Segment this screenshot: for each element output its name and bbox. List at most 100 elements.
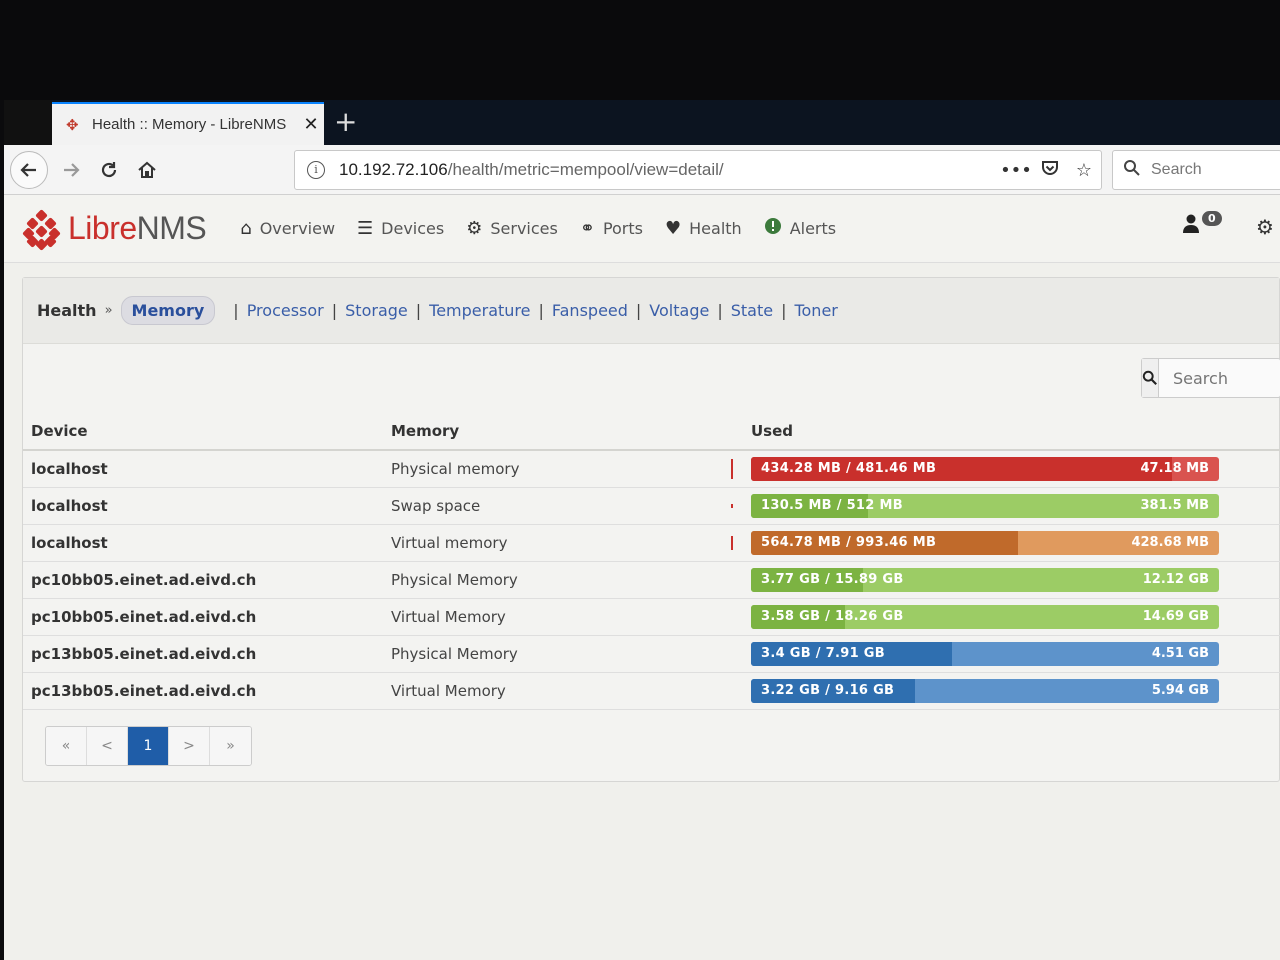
page-current-button[interactable]: 1 [128, 727, 169, 765]
link-voltage[interactable]: Voltage [649, 301, 709, 320]
url-bar[interactable]: i 10.192.72.106/health/metric=mempool/vi… [294, 150, 1102, 190]
page-next-button[interactable]: > [169, 727, 210, 765]
cell-minigraph[interactable] [683, 487, 743, 525]
usage-progress-bar[interactable]: 434.28 MB / 481.46 MB 47.18 MB [751, 456, 1219, 481]
tab-title: Health :: Memory - LibreNMS [92, 116, 287, 133]
cell-device[interactable]: localhost [23, 487, 383, 525]
table-row[interactable]: pc10bb05.einet.ad.eivd.ch Virtual Memory 3… [23, 598, 1280, 636]
arrow-left-icon [20, 162, 36, 177]
browser-search-bar[interactable]: Search [1112, 150, 1280, 190]
cell-used[interactable]: 130.5 MB / 512 MB 381.5 MB [743, 487, 1280, 525]
cell-used[interactable]: 564.78 MB / 993.46 MB 428.68 MB [743, 524, 1280, 562]
reload-button[interactable] [90, 151, 128, 189]
menu-ports[interactable]: ⚭ Ports [580, 218, 643, 239]
menu-health[interactable]: ♥ Health [665, 218, 742, 239]
menu-alerts[interactable]: Alerts [764, 217, 836, 240]
cell-minigraph[interactable] [683, 450, 743, 488]
url-text[interactable]: 10.192.72.106/health/metric=mempool/view… [339, 160, 999, 180]
column-used[interactable]: Used [743, 412, 1280, 451]
cell-minigraph[interactable] [683, 598, 743, 636]
pocket-icon[interactable] [1033, 158, 1067, 183]
table-row[interactable]: pc10bb05.einet.ad.eivd.ch Physical Memory… [23, 561, 1280, 599]
cell-used[interactable]: 3.22 GB / 9.16 GB 5.94 GB [743, 672, 1280, 710]
exclamation-circle-icon [764, 217, 782, 240]
table-row[interactable]: localhost Virtual memory 564.78 MB / 993.4… [23, 524, 1280, 562]
cell-device[interactable]: pc10bb05.einet.ad.eivd.ch [23, 561, 383, 599]
home-button[interactable] [128, 151, 166, 189]
pagination: « < 1 > » [45, 726, 252, 766]
cell-used[interactable]: 3.4 GB / 7.91 GB 4.51 GB [743, 635, 1280, 673]
free-label: 4.51 GB [1151, 646, 1209, 661]
cell-minigraph[interactable] [683, 561, 743, 599]
menu-devices[interactable]: ☰ Devices [357, 218, 444, 239]
cell-used[interactable]: 434.28 MB / 481.46 MB 47.18 MB [743, 450, 1280, 488]
link-processor[interactable]: Processor [247, 301, 324, 320]
cell-device[interactable]: pc13bb05.einet.ad.eivd.ch [23, 635, 383, 673]
cell-device[interactable]: localhost [23, 524, 383, 562]
used-total-label: 130.5 MB / 512 MB [761, 498, 903, 513]
librenms-logo-icon [22, 208, 62, 251]
table-row[interactable]: localhost Physical memory 434.28 MB / 481.… [23, 450, 1280, 488]
usage-progress-bar[interactable]: 3.22 GB / 9.16 GB 5.94 GB [751, 678, 1219, 703]
tab-memory[interactable]: Memory [120, 296, 216, 325]
usage-progress-bar[interactable]: 3.58 GB / 18.26 GB 14.69 GB [751, 604, 1219, 629]
search-icon [1142, 370, 1157, 385]
table-row[interactable]: pc13bb05.einet.ad.eivd.ch Virtual Memory 3… [23, 672, 1280, 710]
back-button[interactable] [10, 150, 48, 189]
table-search [1141, 358, 1280, 398]
cell-memory: Physical Memory [383, 561, 683, 599]
table-row[interactable]: pc13bb05.einet.ad.eivd.ch Physical Memory… [23, 635, 1280, 673]
cell-device[interactable]: pc10bb05.einet.ad.eivd.ch [23, 598, 383, 636]
link-storage[interactable]: Storage [345, 301, 408, 320]
table-row[interactable]: localhost Swap space 130.5 MB / 512 MB 381.… [23, 487, 1280, 525]
cell-memory: Virtual Memory [383, 598, 683, 636]
column-memory[interactable]: Memory [383, 412, 683, 451]
usage-progress-bar[interactable]: 3.77 GB / 15.89 GB 12.12 GB [751, 567, 1219, 592]
new-tab-button[interactable]: + [334, 106, 357, 138]
librenms-page: LibreNMS ⌂ Overview ☰ Devices ⚙ Services… [4, 195, 1280, 960]
table-search-input[interactable] [1159, 359, 1280, 397]
column-device[interactable]: Device [23, 412, 383, 451]
cell-used[interactable]: 3.77 GB / 15.89 GB 12.12 GB [743, 561, 1280, 599]
page-prev-button[interactable]: < [87, 727, 128, 765]
cell-memory: Virtual memory [383, 524, 683, 562]
minigraph-line [731, 503, 733, 508]
forward-button[interactable] [52, 151, 90, 189]
gear-icon[interactable]: ⚙ [1256, 215, 1274, 239]
cell-minigraph[interactable] [683, 524, 743, 562]
cell-minigraph[interactable] [683, 635, 743, 673]
table-search-button[interactable] [1142, 359, 1159, 397]
tab-close-icon[interactable]: ✕ [298, 114, 324, 135]
usage-progress-bar[interactable]: 564.78 MB / 993.46 MB 428.68 MB [751, 530, 1219, 555]
column-graph [683, 412, 743, 451]
cell-minigraph[interactable] [683, 672, 743, 710]
menu-label: Health [689, 219, 742, 238]
cell-device[interactable]: localhost [23, 450, 383, 488]
search-icon [1123, 159, 1141, 182]
tab-health-memory[interactable]: ✥ Health :: Memory - LibreNMS ✕ [52, 102, 324, 145]
cell-used[interactable]: 3.58 GB / 18.26 GB 14.69 GB [743, 598, 1280, 636]
cell-device[interactable]: pc13bb05.einet.ad.eivd.ch [23, 672, 383, 710]
user-menu[interactable]: 0 [1182, 211, 1222, 238]
usage-progress-bar[interactable]: 130.5 MB / 512 MB 381.5 MB [751, 493, 1219, 518]
menu-overview[interactable]: ⌂ Overview [240, 218, 335, 239]
link-state[interactable]: State [731, 301, 773, 320]
link-temperature[interactable]: Temperature [429, 301, 530, 320]
menu-services[interactable]: ⚙ Services [466, 218, 558, 239]
bookmark-star-icon[interactable]: ☆ [1067, 160, 1101, 181]
page-last-button[interactable]: » [210, 727, 251, 765]
librenms-logo[interactable]: LibreNMS [22, 208, 207, 251]
cell-memory: Physical Memory [383, 635, 683, 673]
cogs-icon: ⚙ [466, 218, 483, 239]
usage-progress-bar[interactable]: 3.4 GB / 7.91 GB 4.51 GB [751, 641, 1219, 666]
site-info-icon[interactable]: i [307, 161, 325, 179]
reload-icon [101, 161, 117, 177]
breadcrumb-separator: » [104, 303, 113, 318]
free-label: 12.12 GB [1142, 572, 1209, 587]
link-toner[interactable]: Toner [794, 301, 837, 320]
page-first-button[interactable]: « [46, 727, 87, 765]
page-actions-icon[interactable]: ••• [999, 160, 1033, 181]
used-total-label: 3.77 GB / 15.89 GB [761, 572, 904, 587]
server-icon: ☰ [357, 218, 374, 239]
link-fanspeed[interactable]: Fanspeed [552, 301, 628, 320]
